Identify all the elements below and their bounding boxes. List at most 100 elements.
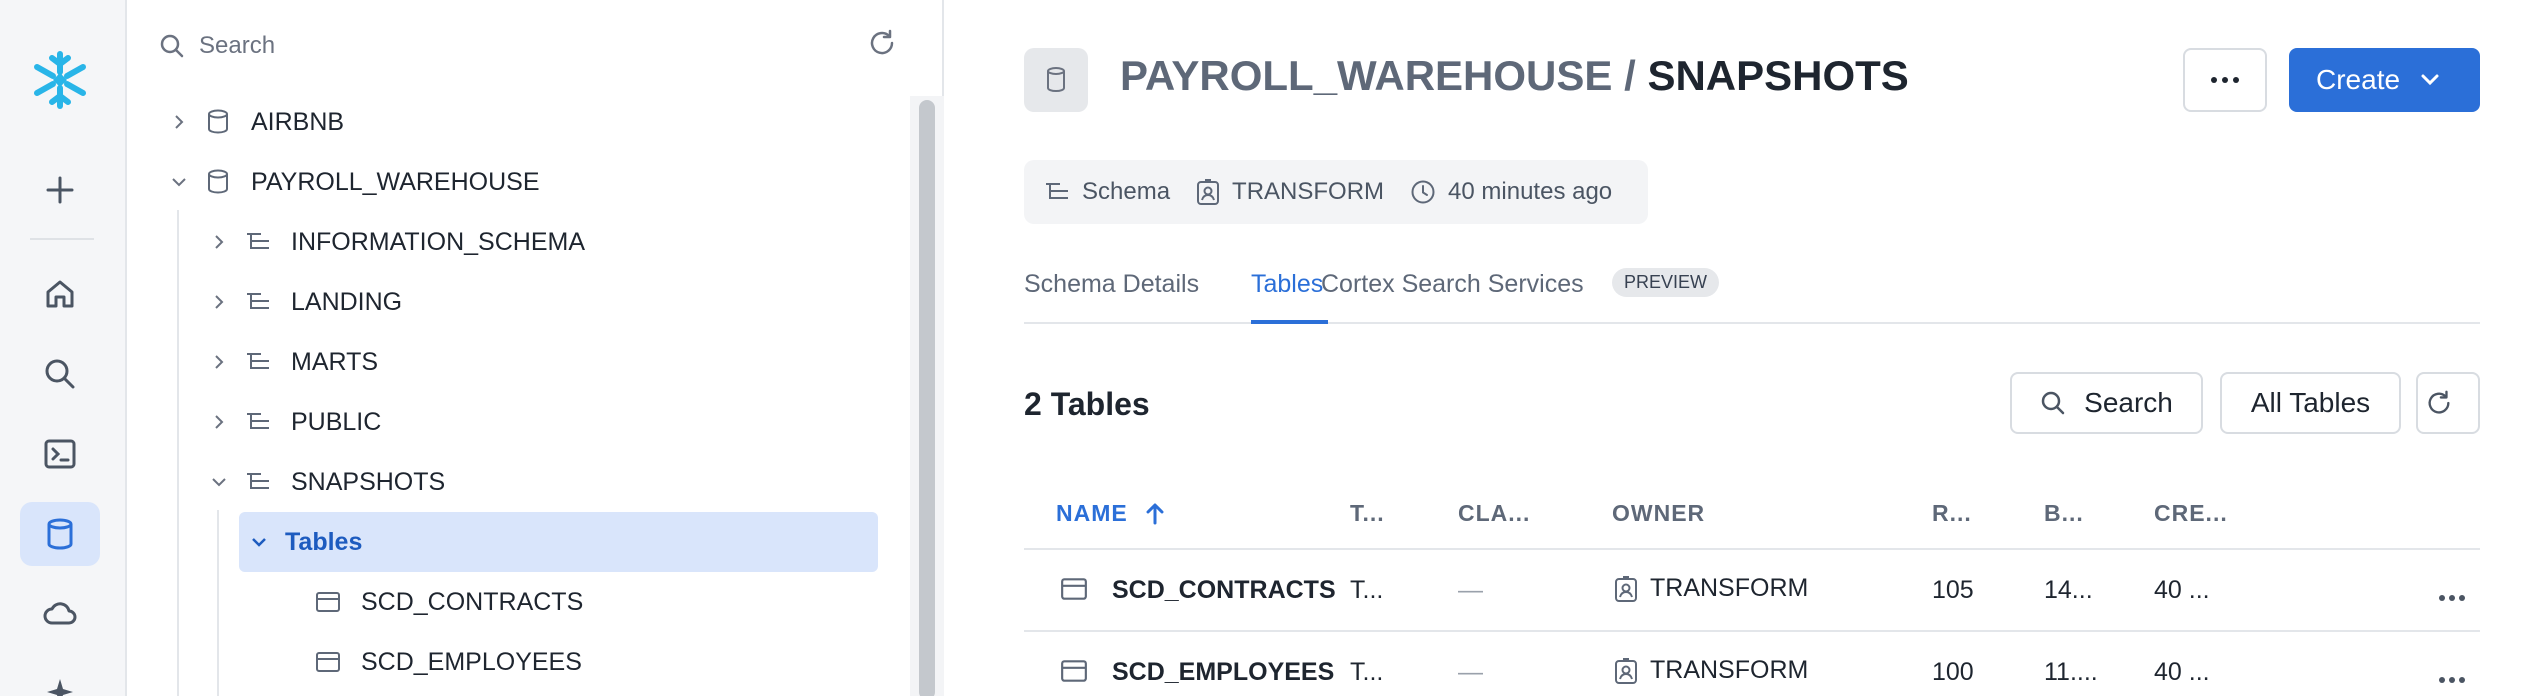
breadcrumb-separator: / bbox=[1612, 52, 1648, 99]
search-icon bbox=[2041, 391, 2065, 415]
cell-owner-label: TRANSFORM bbox=[1650, 574, 1809, 602]
cell-clustering: — bbox=[1458, 576, 1483, 604]
tree-item-label: PUBLIC bbox=[291, 407, 382, 436]
tab-bar: Schema Details Tables Cortex Search Serv… bbox=[1024, 262, 2480, 324]
tree-item-label: INFORMATION_SCHEMA bbox=[291, 227, 585, 256]
cell-owner: TRANSFORM bbox=[1614, 656, 1808, 685]
tree-item-label: PAYROLL_WAREHOUSE bbox=[251, 167, 540, 196]
row-ellipsis-icon[interactable] bbox=[2438, 580, 2466, 609]
column-header-bytes[interactable]: B... bbox=[2044, 500, 2084, 527]
tree-item-label: MARTS bbox=[291, 347, 379, 376]
tree-item-public[interactable]: PUBLIC bbox=[207, 394, 381, 450]
table-search-label: Search bbox=[2084, 387, 2173, 418]
table-name-link[interactable]: SCD_CONTRACTS bbox=[1112, 576, 1336, 605]
tree-item-airbnb[interactable]: AIRBNB bbox=[167, 94, 344, 150]
tree-item-tables-folder[interactable]: Tables bbox=[247, 514, 362, 570]
cell-type: T... bbox=[1350, 576, 1384, 604]
column-header-created[interactable]: CRE... bbox=[2154, 500, 2228, 527]
database-icon[interactable] bbox=[20, 502, 100, 566]
meta-owner: TRANSFORM bbox=[1196, 178, 1384, 206]
column-header-rows[interactable]: R... bbox=[1932, 500, 1972, 527]
breadcrumb-database[interactable]: PAYROLL_WAREHOUSE bbox=[1120, 52, 1612, 99]
main-panel: PAYROLL_WAREHOUSE / SNAPSHOTS Create Sch… bbox=[944, 0, 2528, 696]
tables-count-title: 2 Tables bbox=[1024, 386, 1150, 422]
tree-item-label: SCD_EMPLOYEES bbox=[361, 647, 582, 676]
table-row[interactable]: SCD_CONTRACTS T... — TRANSFORM 105 14...… bbox=[1024, 550, 2480, 632]
table-icon bbox=[1060, 658, 1088, 691]
rail-divider bbox=[30, 238, 94, 240]
cell-type: T... bbox=[1350, 658, 1384, 686]
snowflake-logo-icon[interactable] bbox=[20, 48, 100, 112]
column-header-clustering[interactable]: CLA... bbox=[1458, 500, 1530, 527]
search-icon[interactable] bbox=[20, 342, 100, 406]
more-options-button[interactable] bbox=[2183, 48, 2267, 112]
schema-icon bbox=[1046, 183, 1068, 199]
chevron-right-icon[interactable] bbox=[207, 350, 231, 374]
schema-icon bbox=[245, 229, 271, 255]
object-explorer: Search AIRBNB PAYROLL_WAREHOUSE INFORMAT… bbox=[129, 0, 944, 696]
explorer-search[interactable]: Search bbox=[159, 22, 899, 70]
tree-item-scd-contracts[interactable]: SCD_CONTRACTS bbox=[315, 574, 583, 630]
schema-icon bbox=[245, 289, 271, 315]
schema-meta-bar: Schema TRANSFORM 40 minutes ago bbox=[1024, 160, 1648, 224]
tab-tables[interactable]: Tables bbox=[1251, 270, 1323, 299]
create-button-label: Create bbox=[2316, 64, 2401, 95]
chevron-down-icon[interactable] bbox=[247, 530, 271, 554]
tree-item-label: SNAPSHOTS bbox=[291, 467, 446, 496]
cell-bytes: 11.... bbox=[2044, 658, 2098, 686]
ellipsis-icon bbox=[2211, 77, 2239, 83]
chevron-right-icon[interactable] bbox=[207, 410, 231, 434]
all-tables-filter-label: All Tables bbox=[2250, 387, 2371, 418]
tree-item-payroll-warehouse[interactable]: PAYROLL_WAREHOUSE bbox=[167, 154, 540, 210]
tree-item-information-schema[interactable]: INFORMATION_SCHEMA bbox=[207, 214, 585, 270]
left-nav-rail bbox=[0, 0, 127, 696]
role-badge-icon bbox=[1197, 179, 1220, 205]
tree-item-label: LANDING bbox=[291, 287, 403, 316]
role-badge-icon bbox=[1615, 575, 1637, 602]
chevron-down-icon[interactable] bbox=[167, 170, 191, 194]
schema-icon bbox=[245, 409, 271, 435]
table-header: NAME T... CLA... OWNER R... B... CRE... bbox=[1024, 490, 2480, 550]
preview-badge: PREVIEW bbox=[1612, 268, 1720, 297]
tab-cortex-search-services[interactable]: Cortex Search Services bbox=[1321, 270, 1584, 299]
tree-item-landing[interactable]: LANDING bbox=[207, 274, 402, 330]
column-header-name[interactable]: NAME bbox=[1056, 500, 1168, 527]
create-button[interactable]: Create bbox=[2289, 48, 2480, 112]
chevron-down-icon bbox=[2421, 74, 2439, 86]
plus-icon[interactable] bbox=[20, 158, 100, 222]
clock-icon bbox=[1411, 180, 1435, 204]
table-name-link[interactable]: SCD_EMPLOYEES bbox=[1112, 658, 1334, 687]
database-icon bbox=[205, 169, 231, 195]
table-search-button[interactable]: Search bbox=[2010, 372, 2203, 434]
tree-item-snapshots[interactable]: SNAPSHOTS bbox=[207, 454, 445, 510]
refresh-icon[interactable] bbox=[867, 28, 899, 60]
chevron-right-icon[interactable] bbox=[207, 290, 231, 314]
terminal-icon[interactable] bbox=[20, 422, 100, 486]
refresh-icon bbox=[2428, 390, 2450, 414]
tree-guide bbox=[217, 510, 219, 696]
tree-item-label: SCD_CONTRACTS bbox=[361, 587, 584, 616]
chevron-down-icon[interactable] bbox=[207, 470, 231, 494]
tree-item-scd-employees[interactable]: SCD_EMPLOYEES bbox=[315, 634, 582, 690]
sort-ascending-icon bbox=[1146, 503, 1164, 524]
chevron-right-icon[interactable] bbox=[207, 230, 231, 254]
table-row[interactable]: SCD_EMPLOYEES T... — TRANSFORM 100 11...… bbox=[1024, 632, 2480, 696]
column-header-label: NAME bbox=[1056, 500, 1128, 526]
chevron-right-icon[interactable] bbox=[167, 110, 191, 134]
cell-created: 40 ... bbox=[2154, 658, 2210, 686]
meta-owner-label: TRANSFORM bbox=[1232, 178, 1385, 205]
tab-schema-details[interactable]: Schema Details bbox=[1024, 270, 1199, 299]
table-refresh-button[interactable] bbox=[2416, 372, 2480, 434]
scrollbar-thumb[interactable] bbox=[919, 100, 935, 696]
column-header-owner[interactable]: OWNER bbox=[1612, 500, 1705, 527]
cell-owner: TRANSFORM bbox=[1614, 574, 1808, 603]
meta-updated-label: 40 minutes ago bbox=[1448, 178, 1613, 205]
cloud-icon[interactable] bbox=[20, 582, 100, 646]
sparkle-icon[interactable] bbox=[20, 660, 100, 696]
tree-item-marts[interactable]: MARTS bbox=[207, 334, 378, 390]
all-tables-filter[interactable]: All Tables bbox=[2220, 372, 2401, 434]
meta-type-label: Schema bbox=[1082, 178, 1171, 205]
row-ellipsis-icon[interactable] bbox=[2438, 662, 2466, 691]
column-header-type[interactable]: T... bbox=[1350, 500, 1385, 527]
home-icon[interactable] bbox=[20, 262, 100, 326]
